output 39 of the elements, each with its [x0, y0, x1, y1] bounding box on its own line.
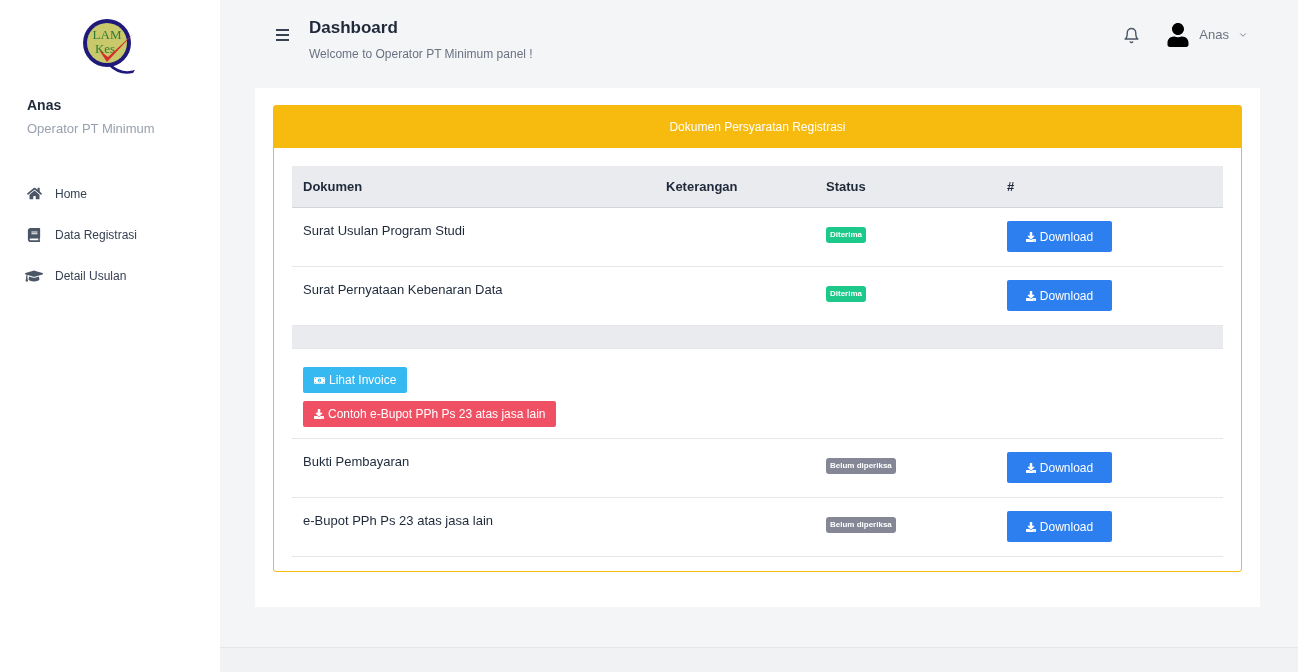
document-name: Bukti Pembayaran: [302, 453, 411, 471]
banknote-icon: [314, 374, 325, 386]
column-header: #: [1006, 177, 1016, 196]
sidebar-item[interactable]: Data Registrasi: [25, 222, 195, 247]
status-badge: Diterima: [826, 227, 866, 243]
download-button[interactable]: Download: [1007, 221, 1112, 252]
chevron-down-icon: [1238, 30, 1248, 40]
menu-button[interactable]: [276, 29, 289, 41]
book-icon: [27, 227, 41, 242]
download-button[interactable]: Download: [1007, 511, 1112, 542]
user-role: Operator PT Minimum: [27, 120, 156, 138]
user-avatar-icon: [1166, 23, 1191, 47]
download-button[interactable]: Download: [1007, 452, 1112, 483]
notification-icon[interactable]: [1123, 26, 1141, 44]
invoice-button[interactable]: Lihat Invoice: [303, 367, 408, 393]
status-badge: Belum diperiksa: [826, 517, 896, 533]
download-icon: [1025, 231, 1036, 242]
page-subtitle: Welcome to Operator PT Minimum panel !: [309, 45, 533, 63]
status-badge: Diterima: [826, 286, 866, 302]
column-header: Status: [825, 177, 867, 196]
column-header: Keterangan: [665, 177, 739, 196]
document-name: Surat Usulan Program Studi: [302, 222, 466, 240]
user-menu[interactable]: Anas: [1166, 23, 1248, 47]
user-name: Anas: [27, 96, 63, 115]
sidebar-item[interactable]: Home: [25, 181, 195, 206]
download-icon: [1025, 462, 1036, 473]
download-icon: [1025, 521, 1036, 532]
document-name: e-Bupot PPh Ps 23 atas jasa lain: [302, 512, 495, 530]
column-header: Dokumen: [302, 177, 364, 196]
sidebar-item[interactable]: Detail Usulan: [25, 263, 195, 288]
page-title: Dashboard: [309, 17, 399, 39]
panel-header: Dokumen Persyaratan Registrasi: [274, 106, 1241, 148]
status-badge: Belum diperiksa: [826, 458, 896, 474]
download-icon: [1025, 290, 1036, 301]
download-icon: [314, 409, 324, 419]
document-name: Surat Pernyataan Kebenaran Data: [302, 281, 504, 299]
download-sample-button[interactable]: Contoh e-Bupot PPh Ps 23 atas jasa lain: [303, 401, 557, 427]
home-icon: [26, 186, 42, 201]
download-button[interactable]: Download: [1007, 280, 1112, 311]
